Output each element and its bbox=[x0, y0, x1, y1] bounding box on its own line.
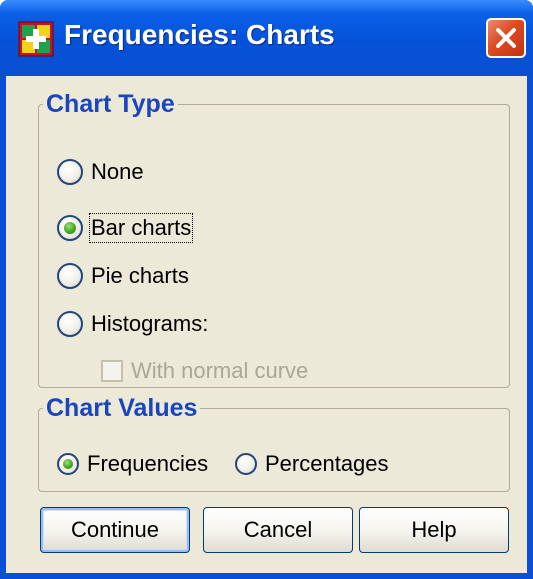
normal-curve-checkbox[interactable] bbox=[101, 360, 123, 382]
radio-bar-charts-label: Bar charts bbox=[88, 213, 194, 243]
radio-bar-charts-button[interactable] bbox=[57, 215, 83, 241]
help-button[interactable]: Help bbox=[359, 507, 509, 553]
radio-frequencies-button[interactable] bbox=[57, 453, 79, 475]
spss-app-icon[interactable] bbox=[18, 21, 54, 57]
checkbox-normal-curve[interactable]: With normal curve bbox=[101, 358, 308, 384]
chart-values-group-title: Chart Values bbox=[43, 394, 201, 422]
radio-histograms[interactable]: Histograms: bbox=[57, 311, 208, 337]
title-bar[interactable]: Frequencies: Charts bbox=[0, 0, 533, 76]
radio-pie-charts-label: Pie charts bbox=[91, 263, 189, 288]
radio-percentages[interactable]: Percentages bbox=[235, 451, 389, 477]
radio-none[interactable]: None bbox=[57, 159, 144, 185]
normal-curve-label: With normal curve bbox=[131, 358, 309, 383]
close-button[interactable] bbox=[486, 18, 526, 58]
continue-button[interactable]: Continue bbox=[40, 507, 190, 553]
radio-histograms-label: Histograms: bbox=[91, 311, 209, 336]
cancel-button[interactable]: Cancel bbox=[203, 507, 353, 553]
radio-bar-charts[interactable]: Bar charts bbox=[57, 213, 194, 243]
radio-frequencies[interactable]: Frequencies bbox=[57, 451, 208, 477]
radio-selected-dot bbox=[64, 222, 76, 234]
radio-percentages-button[interactable] bbox=[235, 453, 257, 475]
radio-pie-charts-button[interactable] bbox=[57, 263, 83, 289]
radio-none-label: None bbox=[91, 159, 144, 184]
dialog-window: Frequencies: Charts Chart Type None Bar … bbox=[0, 0, 533, 579]
close-icon bbox=[496, 28, 516, 48]
radio-none-button[interactable] bbox=[57, 159, 83, 185]
radio-histograms-button[interactable] bbox=[57, 311, 83, 337]
window-title: Frequencies: Charts bbox=[64, 19, 335, 50]
chart-type-group-title: Chart Type bbox=[43, 90, 178, 118]
chart-values-group: Chart Values Frequencies Percentages bbox=[38, 394, 510, 492]
radio-percentages-label: Percentages bbox=[265, 451, 389, 476]
radio-frequencies-label: Frequencies bbox=[87, 451, 209, 476]
radio-pie-charts[interactable]: Pie charts bbox=[57, 263, 189, 289]
chart-type-group: Chart Type None Bar charts Pie charts Hi… bbox=[38, 90, 510, 388]
radio-selected-dot bbox=[63, 459, 73, 469]
dialog-body: Chart Type None Bar charts Pie charts Hi… bbox=[6, 76, 527, 573]
